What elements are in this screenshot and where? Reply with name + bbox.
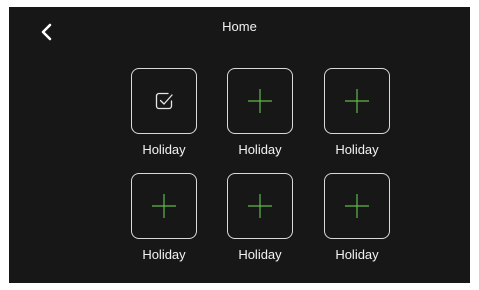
tile-label: Holiday <box>335 247 379 262</box>
checkbox-checked-icon <box>155 92 173 110</box>
plus-icon <box>345 89 369 113</box>
tile-button[interactable] <box>227 173 293 239</box>
plus-icon <box>248 194 272 218</box>
tile-holiday-2[interactable]: Holiday <box>227 68 293 158</box>
tile-button[interactable] <box>131 68 197 134</box>
tile-button[interactable] <box>227 68 293 134</box>
tile-label: Holiday <box>142 247 186 262</box>
tile-button[interactable] <box>324 68 390 134</box>
plus-icon <box>152 194 176 218</box>
scene-screen: Home Holiday Holiday Holiday Holiday Hol… <box>9 7 470 283</box>
tile-holiday-3[interactable]: Holiday <box>324 68 390 158</box>
tile-label: Holiday <box>142 142 186 157</box>
tile-button[interactable] <box>324 173 390 239</box>
page-title: Home <box>222 19 257 34</box>
plus-icon <box>345 194 369 218</box>
tile-button[interactable] <box>131 173 197 239</box>
tile-label: Holiday <box>238 247 282 262</box>
plus-icon <box>248 89 272 113</box>
tile-label: Holiday <box>335 142 379 157</box>
tile-holiday-4[interactable]: Holiday <box>131 173 197 263</box>
tile-holiday-1[interactable]: Holiday <box>131 68 197 158</box>
tile-holiday-5[interactable]: Holiday <box>227 173 293 263</box>
tile-label: Holiday <box>238 142 282 157</box>
tile-holiday-6[interactable]: Holiday <box>324 173 390 263</box>
